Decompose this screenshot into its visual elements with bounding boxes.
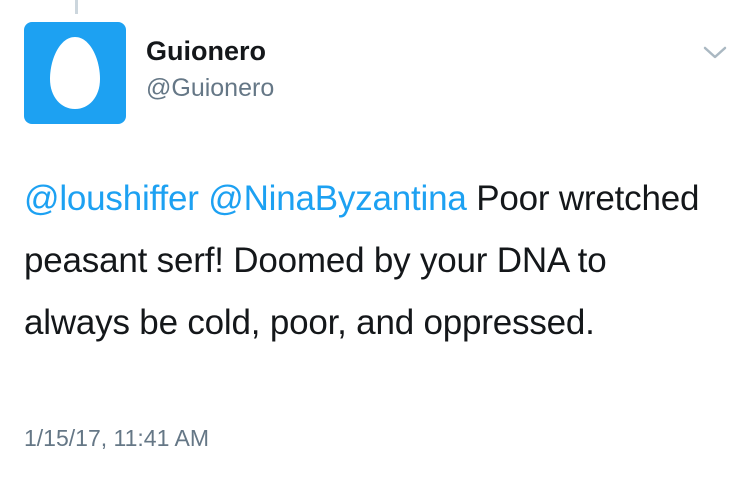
- egg-avatar-icon: [50, 37, 100, 109]
- author-display-name[interactable]: Guionero: [146, 36, 266, 67]
- author-handle[interactable]: @Guionero: [146, 74, 274, 103]
- thread-connector-line: [75, 0, 78, 14]
- tweet-timestamp[interactable]: 1/15/17, 11:41 AM: [24, 425, 209, 452]
- mention-link[interactable]: @NinaByzantina: [208, 179, 467, 218]
- avatar[interactable]: [24, 22, 126, 124]
- mention-link[interactable]: @loushiffer: [24, 179, 199, 218]
- chevron-down-icon[interactable]: [702, 44, 728, 62]
- tweet-text: @loushiffer @NinaByzantina Poor wretched…: [24, 168, 714, 354]
